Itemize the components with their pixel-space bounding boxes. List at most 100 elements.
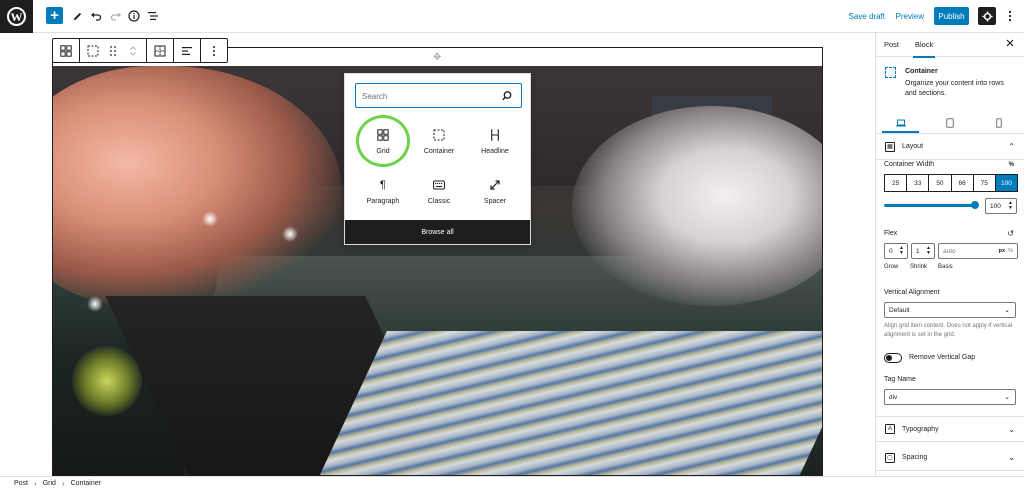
tag-name-select[interactable]: div ⌄ xyxy=(884,389,1016,405)
breadcrumb-item-post[interactable]: Post xyxy=(14,480,28,487)
select-parent-grid-button[interactable] xyxy=(56,41,76,61)
wordpress-logo-button[interactable]: W xyxy=(0,0,33,33)
width-option-50[interactable]: 50 xyxy=(929,175,952,191)
redo-button[interactable] xyxy=(107,7,125,25)
flex-basis-input[interactable]: auto px % xyxy=(938,243,1018,259)
container-width-slider[interactable] xyxy=(884,199,979,213)
add-inner-container-button[interactable] xyxy=(150,41,170,61)
move-up-down-button[interactable] xyxy=(123,41,143,61)
block-card-title: Container xyxy=(905,68,938,75)
preview-button[interactable]: Preview xyxy=(896,7,924,25)
block-toolbar xyxy=(52,38,228,63)
block-options-button[interactable] xyxy=(204,41,224,61)
unit-percent[interactable]: % xyxy=(1008,248,1013,254)
chevron-down-icon: ⌄ xyxy=(1004,307,1010,314)
typography-panel-title: Typography xyxy=(902,425,939,433)
inserter-item-label: Paragraph xyxy=(366,197,400,205)
editor-canvas: ✥ Grid xyxy=(0,33,875,476)
inserter-item-grid[interactable]: Grid xyxy=(355,115,411,167)
container-width-label: Container Width xyxy=(884,161,935,168)
remove-vertical-gap-toggle[interactable] xyxy=(884,353,902,363)
undo-button[interactable] xyxy=(87,7,105,25)
inserter-item-container[interactable]: Container xyxy=(411,118,467,164)
chevron-down-icon: ⌄ xyxy=(1004,394,1010,401)
inserter-item-spacer[interactable]: Spacer xyxy=(467,168,523,214)
width-option-25[interactable]: 25 xyxy=(885,175,908,191)
unit-px[interactable]: px xyxy=(999,248,1005,254)
settings-button[interactable] xyxy=(978,7,996,25)
width-unit-label[interactable]: % xyxy=(1009,162,1014,168)
move-handle-icon[interactable]: ✥ xyxy=(433,52,441,63)
list-view-button[interactable] xyxy=(144,7,162,25)
container-width-input[interactable]: 100 ▲ ▼ xyxy=(985,198,1017,214)
tab-tablet[interactable] xyxy=(925,112,974,133)
list-view-icon xyxy=(148,12,158,20)
block-type-button[interactable] xyxy=(83,41,103,61)
flex-grow-input[interactable]: 0 ▲ ▼ xyxy=(884,243,908,259)
inserter-item-label: Headline xyxy=(481,147,509,155)
device-preview-tabs xyxy=(876,112,1024,134)
inserter-item-label: Classic xyxy=(427,197,451,205)
width-preset-buttons: 25 33 50 66 75 100 xyxy=(884,174,1018,192)
wordpress-logo-icon: W xyxy=(7,7,26,26)
inserter-block-grid: Grid Container Headline ¶ Paragraph Clas… xyxy=(355,115,525,214)
container-icon xyxy=(432,128,446,142)
block-inserter-popover: Grid Container Headline ¶ Paragraph xyxy=(344,73,531,245)
stepper-icon: ▲ ▼ xyxy=(899,245,904,256)
tablet-icon xyxy=(946,117,954,128)
align-button[interactable] xyxy=(177,41,197,61)
spacing-panel-toggle[interactable]: ▢ Spacing ⌄ xyxy=(876,445,1024,471)
grow-label: Grow xyxy=(884,264,899,270)
typography-panel-toggle[interactable]: A Typography ⌄ xyxy=(876,416,1024,442)
flex-label: Flex xyxy=(884,230,898,237)
block-toolbar-align-group xyxy=(174,39,201,62)
tab-block[interactable]: Block xyxy=(907,33,941,58)
reset-icon[interactable]: ↺ xyxy=(1007,229,1014,238)
publish-button[interactable]: Publish xyxy=(934,7,969,25)
search-icon xyxy=(502,91,512,101)
inserter-search-field[interactable] xyxy=(355,83,522,108)
stepper-icon: ▲ ▼ xyxy=(1008,200,1013,211)
info-icon xyxy=(128,10,140,22)
width-option-100[interactable]: 100 xyxy=(995,175,1018,191)
block-toolbar-block-group xyxy=(80,39,147,62)
chevron-up-down-icon xyxy=(130,45,136,56)
options-button[interactable] xyxy=(1002,7,1018,25)
flex-shrink-input[interactable]: 1 ▲ ▼ xyxy=(911,243,935,259)
details-button[interactable] xyxy=(125,7,143,25)
block-toolbar-parent-group xyxy=(53,39,80,62)
width-option-75[interactable]: 75 xyxy=(974,175,996,191)
tab-mobile[interactable] xyxy=(975,112,1024,133)
inserter-search-input[interactable] xyxy=(362,89,497,103)
inserter-item-paragraph[interactable]: ¶ Paragraph xyxy=(355,168,411,214)
save-draft-button[interactable]: Save draft xyxy=(849,7,885,25)
laptop-icon xyxy=(895,119,906,126)
undo-icon xyxy=(91,12,102,21)
browse-all-button[interactable]: Browse all xyxy=(345,220,530,244)
headline-icon xyxy=(488,128,502,142)
vertical-alignment-select[interactable]: Default ⌄ xyxy=(884,302,1016,318)
sidebar-tabs: Post Block xyxy=(876,33,1024,58)
width-option-33[interactable]: 33 xyxy=(907,175,930,191)
tab-post[interactable]: Post xyxy=(876,33,907,57)
close-icon xyxy=(1006,39,1014,47)
vertical-alignment-help: Align grid item content. Does not apply … xyxy=(884,323,1013,338)
more-vertical-icon xyxy=(1008,10,1012,22)
width-option-66[interactable]: 66 xyxy=(952,175,974,191)
gear-icon xyxy=(981,10,993,22)
block-card-description: Organize your content into rows and sect… xyxy=(905,80,1004,97)
drag-handle-button[interactable] xyxy=(103,41,123,61)
inserter-item-classic[interactable]: Classic xyxy=(411,168,467,214)
block-card: Container Organize your content into row… xyxy=(876,57,1024,112)
add-block-button[interactable]: + xyxy=(46,7,63,24)
close-sidebar-button[interactable] xyxy=(1006,39,1014,50)
edit-tools-button[interactable] xyxy=(68,7,86,25)
chevron-up-icon: ⌃ xyxy=(1008,142,1015,151)
tab-desktop[interactable] xyxy=(876,112,925,133)
inserter-item-headline[interactable]: Headline xyxy=(467,118,523,164)
shrink-label: Shrink xyxy=(910,264,928,270)
chevron-right-icon: › xyxy=(61,478,65,488)
slider-thumb[interactable] xyxy=(971,201,979,209)
breadcrumb-item-grid[interactable]: Grid xyxy=(43,480,56,487)
breadcrumb-item-container[interactable]: Container xyxy=(71,480,101,487)
